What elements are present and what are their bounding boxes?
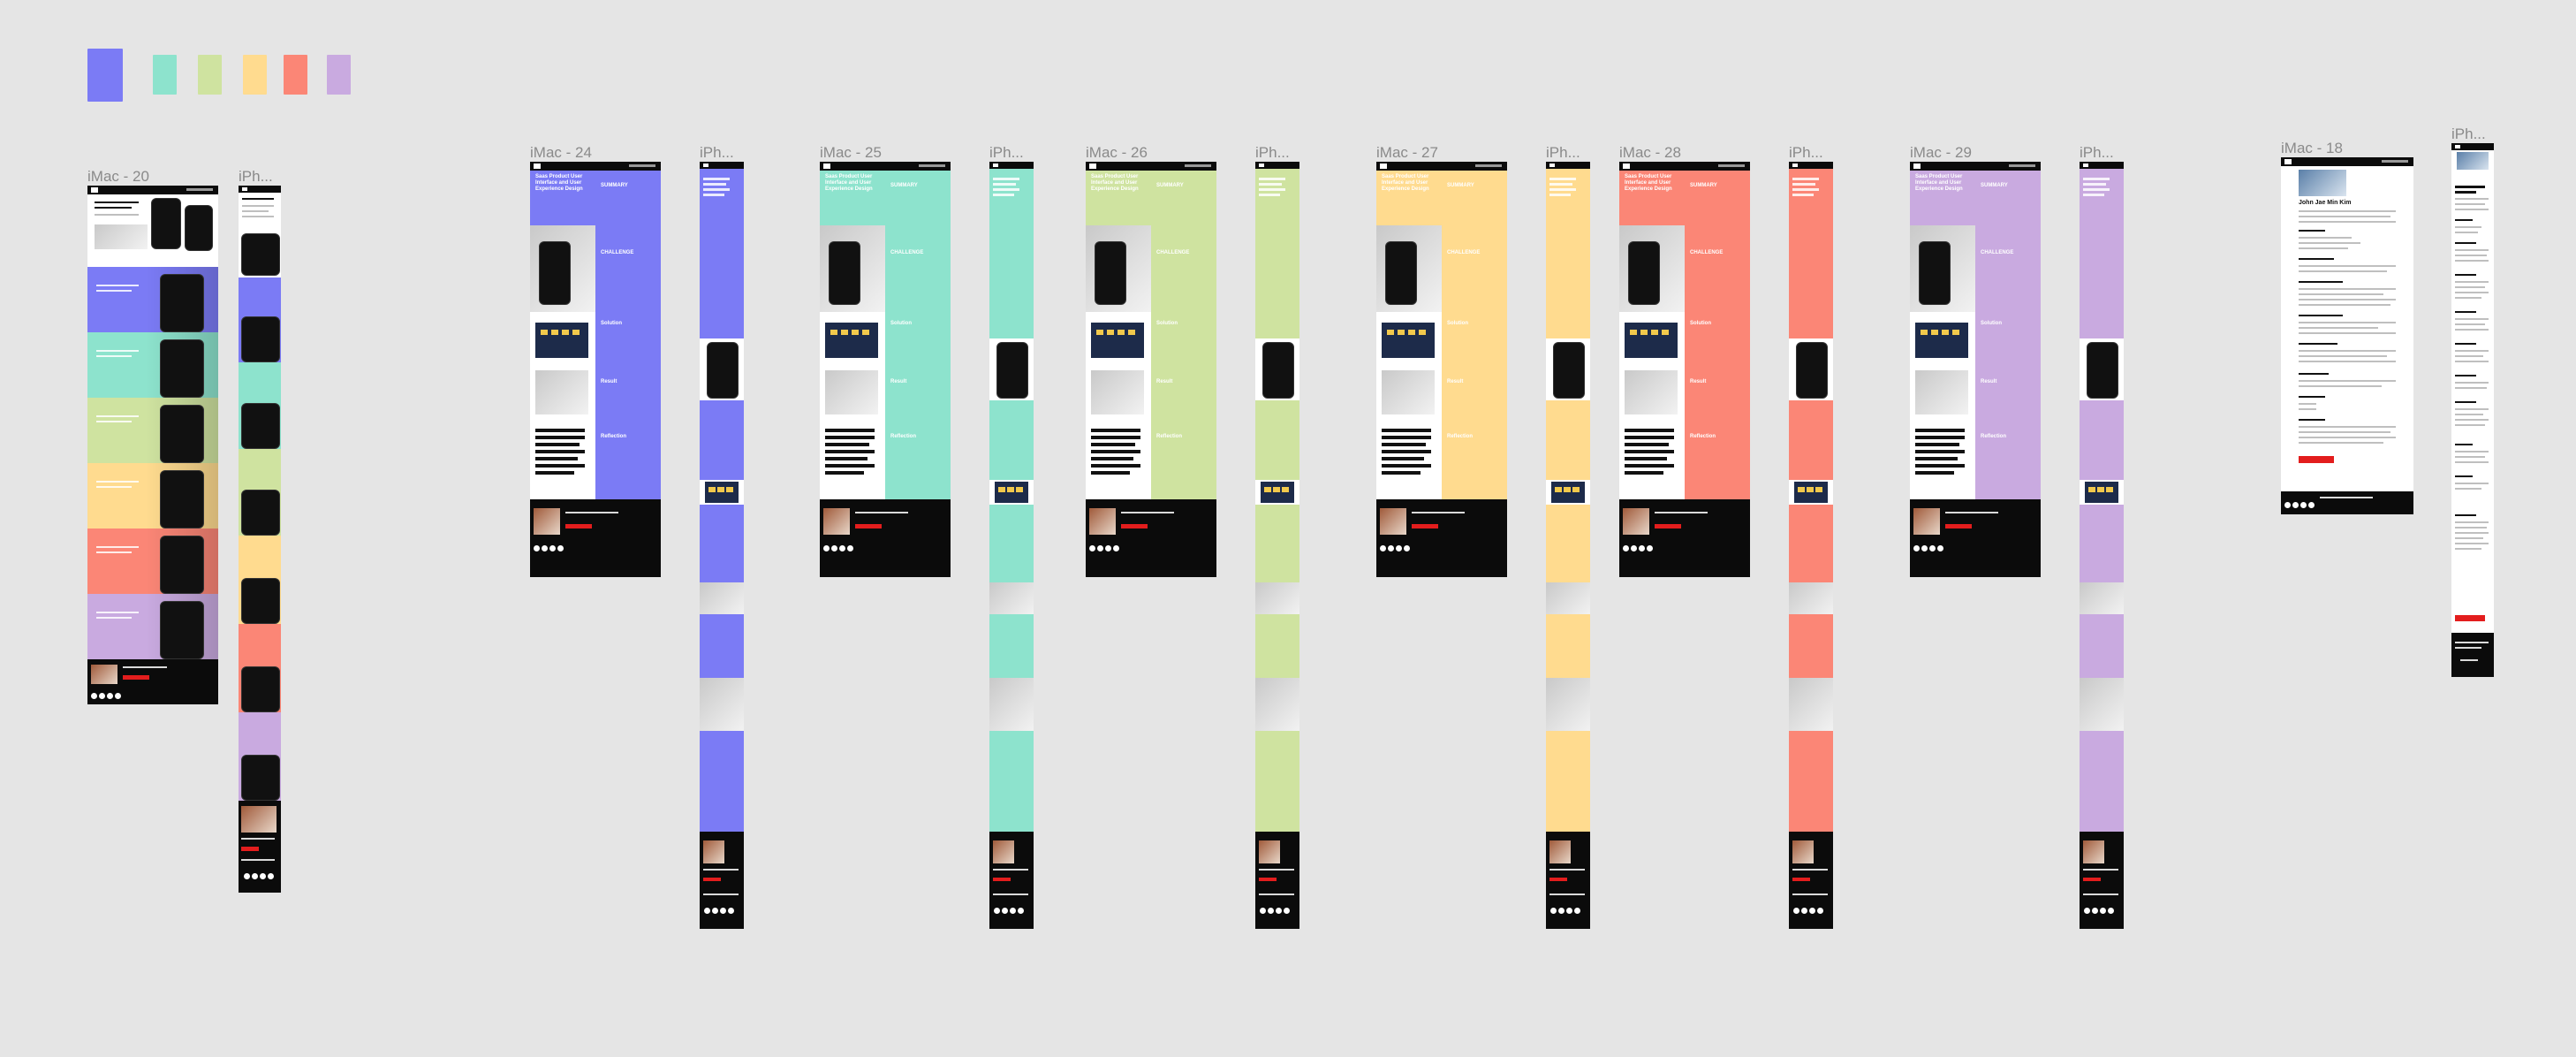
reflection-heading: Reflection <box>1690 434 1716 439</box>
frame-label-imac-26[interactable]: iMac - 26 <box>1086 144 1148 162</box>
challenge-heading: CHALLENGE <box>601 250 634 255</box>
result-heading: Result <box>1447 379 1464 384</box>
hero-title: Saas Product User Interface and User Exp… <box>1625 174 1672 192</box>
summary-heading: SUMMARY <box>1981 183 2008 188</box>
hero-title: Saas Product User Interface and User Exp… <box>1915 174 1963 192</box>
summary-heading: SUMMARY <box>890 183 918 188</box>
result-heading: Result <box>890 379 907 384</box>
result-heading: Result <box>601 379 617 384</box>
frame-nav <box>2451 143 2494 150</box>
frame-label-imac-20[interactable]: iMac - 20 <box>87 168 149 186</box>
frame-iphone-24[interactable] <box>700 162 744 929</box>
frame-label-imac-25[interactable]: iMac - 25 <box>820 144 882 162</box>
frame-iphone-27[interactable] <box>1546 162 1590 929</box>
frame-nav <box>2080 162 2124 169</box>
frame-label-imac-27[interactable]: iMac - 27 <box>1376 144 1438 162</box>
result-heading: Result <box>1690 379 1707 384</box>
frame-label-iphone-18[interactable]: iPh... <box>2451 125 2486 143</box>
reflection-heading: Reflection <box>1447 434 1474 439</box>
result-heading: Result <box>1981 379 1997 384</box>
frame-imac-24[interactable]: Saas Product User Interface and User Exp… <box>530 162 661 577</box>
solution-heading: Solution <box>890 321 912 326</box>
summary-heading: SUMMARY <box>601 183 628 188</box>
frame-nav <box>1546 162 1590 169</box>
result-heading: Result <box>1156 379 1173 384</box>
hero-title: Saas Product User Interface and User Exp… <box>1382 174 1429 192</box>
frame-nav <box>1255 162 1299 169</box>
frame-label-imac-28[interactable]: iMac - 28 <box>1619 144 1681 162</box>
frame-label-iphone-26[interactable]: iPh... <box>1255 144 1290 162</box>
frame-iphone-25[interactable] <box>989 162 1034 929</box>
challenge-heading: CHALLENGE <box>1156 250 1190 255</box>
solution-heading: Solution <box>1156 321 1178 326</box>
solution-heading: Solution <box>1447 321 1468 326</box>
reflection-heading: Reflection <box>1156 434 1183 439</box>
frame-iphone-20[interactable] <box>239 186 281 893</box>
solution-heading: Solution <box>1690 321 1711 326</box>
resume-name: John Jae Min Kim <box>2299 200 2352 206</box>
frame-imac-29[interactable]: Saas Product User Interface and User Exp… <box>1910 162 2041 577</box>
frame-iphone-28[interactable] <box>1789 162 1833 929</box>
palette-swatch-lavender[interactable] <box>327 55 351 95</box>
summary-heading: SUMMARY <box>1690 183 1717 188</box>
frame-nav <box>700 162 744 169</box>
challenge-heading: CHALLENGE <box>1981 250 2014 255</box>
frame-nav <box>1086 162 1216 171</box>
frame-label-iphone-28[interactable]: iPh... <box>1789 144 1823 162</box>
summary-heading: SUMMARY <box>1156 183 1184 188</box>
frame-imac-18[interactable]: John Jae Min Kim <box>2281 157 2413 514</box>
frame-iphone-29[interactable] <box>2080 162 2124 929</box>
reflection-heading: Reflection <box>601 434 627 439</box>
frame-label-iphone-20[interactable]: iPh... <box>239 168 273 186</box>
frame-nav <box>1376 162 1507 171</box>
challenge-heading: CHALLENGE <box>1447 250 1481 255</box>
palette-swatch-mint[interactable] <box>153 55 177 95</box>
frame-iphone-26[interactable] <box>1255 162 1299 929</box>
frame-nav <box>989 162 1034 169</box>
frame-nav <box>530 162 661 171</box>
frame-nav <box>1619 162 1750 171</box>
solution-heading: Solution <box>1981 321 2002 326</box>
challenge-heading: CHALLENGE <box>890 250 924 255</box>
frame-label-iphone-27[interactable]: iPh... <box>1546 144 1580 162</box>
solution-heading: Solution <box>601 321 622 326</box>
frame-label-imac-29[interactable]: iMac - 29 <box>1910 144 1972 162</box>
frame-label-iphone-25[interactable]: iPh... <box>989 144 1024 162</box>
frame-label-iphone-24[interactable]: iPh... <box>700 144 734 162</box>
frame-nav <box>239 186 281 193</box>
frame-imac-26[interactable]: Saas Product User Interface and User Exp… <box>1086 162 1216 577</box>
palette-swatch-yellow[interactable] <box>243 55 267 95</box>
palette-swatch-primary[interactable] <box>87 49 123 102</box>
frame-label-imac-18[interactable]: iMac - 18 <box>2281 140 2343 157</box>
hero-title: Saas Product User Interface and User Exp… <box>1091 174 1139 192</box>
frame-iphone-18[interactable] <box>2451 143 2494 677</box>
summary-heading: SUMMARY <box>1447 183 1474 188</box>
frame-nav <box>1789 162 1833 169</box>
frame-nav <box>820 162 951 171</box>
frame-label-iphone-29[interactable]: iPh... <box>2080 144 2114 162</box>
frame-imac-20[interactable] <box>87 186 218 704</box>
hero-title: Saas Product User Interface and User Exp… <box>825 174 873 192</box>
challenge-heading: CHALLENGE <box>1690 250 1724 255</box>
palette-swatch-lime[interactable] <box>198 55 222 95</box>
frame-nav <box>2281 157 2413 166</box>
palette-swatch-coral[interactable] <box>284 55 307 95</box>
reflection-heading: Reflection <box>890 434 917 439</box>
frame-imac-28[interactable]: Saas Product User Interface and User Exp… <box>1619 162 1750 577</box>
frame-nav <box>87 186 218 194</box>
frame-imac-27[interactable]: Saas Product User Interface and User Exp… <box>1376 162 1507 577</box>
reflection-heading: Reflection <box>1981 434 2007 439</box>
frame-imac-25[interactable]: Saas Product User Interface and User Exp… <box>820 162 951 577</box>
hero-title: Saas Product User Interface and User Exp… <box>535 174 583 192</box>
frame-label-imac-24[interactable]: iMac - 24 <box>530 144 592 162</box>
frame-nav <box>1910 162 2041 171</box>
